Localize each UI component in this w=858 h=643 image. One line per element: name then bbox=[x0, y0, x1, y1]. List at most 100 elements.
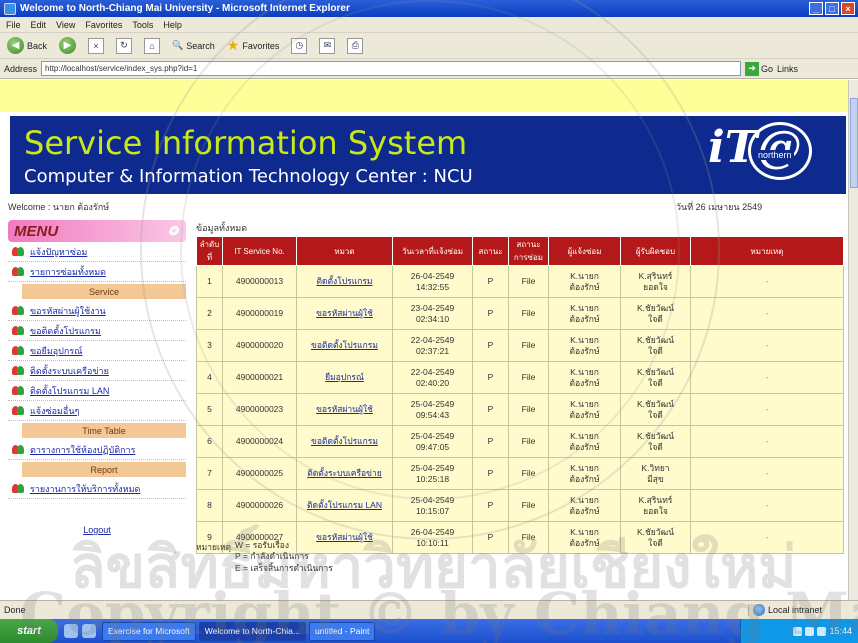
search-button[interactable]: 🔍 Search bbox=[169, 38, 218, 53]
ie-launch-icon[interactable] bbox=[64, 624, 78, 638]
go-label: Go bbox=[761, 63, 774, 74]
tray-icon[interactable] bbox=[793, 626, 803, 636]
menu-item-all-repairs[interactable]: รายการซ่อมทั้งหมด bbox=[8, 262, 186, 282]
menu-link[interactable]: ขอติดตั้งโปรแกรม bbox=[30, 324, 101, 338]
task-paint[interactable]: untitled - Paint bbox=[308, 621, 376, 641]
forward-button[interactable]: ▶ bbox=[56, 35, 79, 56]
category-link[interactable]: ขอรหัสผ่านผู้ใช้ bbox=[316, 404, 373, 414]
start-button[interactable]: start bbox=[0, 619, 58, 643]
menu-link[interactable]: ขอรหัสผ่านผู้ใช้งาน bbox=[30, 304, 106, 318]
search-label: Search bbox=[186, 40, 215, 51]
menu-link[interactable]: ขอยืมอุปกรณ์ bbox=[30, 344, 83, 358]
col-status[interactable]: สถานะ bbox=[472, 236, 509, 266]
category-link[interactable]: ขอติดตั้งโปรแกรม bbox=[311, 436, 378, 446]
category-link[interactable]: ติดตั้งระบบเครือข่าย bbox=[307, 468, 381, 478]
menu-file[interactable]: File bbox=[6, 20, 21, 30]
menu-item-network[interactable]: ติดตั้งระบบเครือข่าย bbox=[8, 361, 186, 381]
ie-icon bbox=[4, 2, 16, 15]
col-no[interactable]: ลำดับที่ bbox=[196, 236, 223, 266]
menu-link[interactable]: รายการซ่อมทั้งหมด bbox=[30, 265, 106, 279]
stop-button[interactable]: × bbox=[85, 36, 107, 56]
cell-note: - bbox=[690, 489, 844, 522]
table-row: 5 4900000023 ขอรหัสผ่านผู้ใช้ 25-04-2549 09:… bbox=[196, 393, 844, 426]
category-link[interactable]: ติดตั้งโปรแกรม LAN bbox=[307, 500, 382, 510]
menu-link[interactable]: ติดตั้งโปรแกรม LAN bbox=[30, 384, 109, 398]
home-button[interactable]: ⌂ bbox=[141, 36, 163, 56]
menu-item-password[interactable]: ขอรหัสผ่านผู้ใช้งาน bbox=[8, 301, 186, 321]
menu-link[interactable]: แจ้งปัญหาซ่อม bbox=[30, 245, 87, 259]
menu-favorites[interactable]: Favorites bbox=[85, 20, 122, 30]
scrollbar-thumb[interactable] bbox=[850, 98, 858, 188]
task-browser[interactable]: Welcome to North-Chia... bbox=[198, 621, 306, 641]
maximize-button[interactable]: □ bbox=[825, 2, 839, 15]
menu-item-lan[interactable]: ติดตั้งโปรแกรม LAN bbox=[8, 381, 186, 401]
menu-edit[interactable]: Edit bbox=[31, 20, 47, 30]
menu-link[interactable]: รายงานการให้บริการทั้งหมด bbox=[30, 482, 140, 496]
cell-requester: K.นายก ต้องรักษ์ bbox=[548, 489, 621, 522]
task-exercise[interactable]: Exercise for Microsoft bbox=[102, 621, 196, 641]
back-button[interactable]: ◀ Back bbox=[4, 35, 50, 56]
desktop-launch-icon[interactable] bbox=[82, 624, 96, 638]
cell-no: 3 bbox=[196, 329, 223, 362]
vertical-scrollbar[interactable] bbox=[848, 80, 858, 600]
category-link[interactable]: ขอติดตั้งโปรแกรม bbox=[311, 340, 378, 350]
top-strip bbox=[0, 80, 848, 112]
cell-datetime: 25-04-2549 10:25:18 bbox=[392, 457, 473, 490]
col-category[interactable]: หมวด bbox=[296, 236, 393, 266]
history-button[interactable]: ◷ bbox=[288, 36, 310, 56]
menu-item-borrow[interactable]: ขอยืมอุปกรณ์ bbox=[8, 341, 186, 361]
requester-name: K.นายก bbox=[570, 463, 599, 474]
col-repair-status[interactable]: สถานะการซ่อม bbox=[508, 236, 549, 266]
menu-item-install[interactable]: ขอติดตั้งโปรแกรม bbox=[8, 321, 186, 341]
cell-service-no: 4900000019 bbox=[222, 297, 297, 330]
menu-section-timetable: Time Table bbox=[22, 423, 186, 438]
cell-category: ขอรหัสผ่านผู้ใช้ bbox=[296, 393, 393, 426]
col-requester[interactable]: ผู้แจ้งซ่อม bbox=[548, 236, 621, 266]
responsible-surname: ใจดี bbox=[648, 409, 663, 420]
menu-tools[interactable]: Tools bbox=[132, 20, 153, 30]
menu-view[interactable]: View bbox=[56, 20, 75, 30]
mail-button[interactable]: ✉ bbox=[316, 36, 338, 56]
col-datetime[interactable]: วันเวลาที่แจ้งซ่อม bbox=[392, 236, 473, 266]
menu-link[interactable]: ติดตั้งระบบเครือข่าย bbox=[30, 364, 109, 378]
print-button[interactable]: ⎙ bbox=[344, 36, 366, 56]
tray-icon[interactable] bbox=[805, 626, 815, 636]
logout-link[interactable]: Logout bbox=[83, 525, 111, 535]
logo-subtext: northern bbox=[756, 150, 794, 160]
cell-no: 4 bbox=[196, 361, 223, 394]
col-responsible[interactable]: ผู้รับผิดชอบ bbox=[620, 236, 691, 266]
cell-service-no: 4900000026 bbox=[222, 489, 297, 522]
swirl-icon: ❂ bbox=[167, 224, 178, 238]
category-link[interactable]: ติดตั้งโปรแกรม bbox=[316, 276, 372, 286]
col-note[interactable]: หมายเหตุ bbox=[690, 236, 844, 266]
category-link[interactable]: ขอรหัสผ่านผู้ใช้ bbox=[316, 308, 373, 318]
cell-status: P bbox=[472, 457, 509, 490]
cell-time: 14:32:55 bbox=[415, 281, 450, 292]
requester-surname: ต้องรักษ์ bbox=[569, 409, 600, 420]
people-icon bbox=[12, 444, 25, 455]
back-label: Back bbox=[27, 40, 48, 51]
address-input[interactable]: http://localhost/service/index_sys.php?i… bbox=[41, 61, 742, 76]
favorites-button[interactable]: ★ Favorites bbox=[224, 35, 283, 56]
links-button[interactable]: Links bbox=[777, 64, 798, 74]
go-button[interactable]: ➜ Go bbox=[745, 61, 774, 76]
close-button[interactable]: × bbox=[841, 2, 855, 15]
cell-no: 6 bbox=[196, 425, 223, 458]
menu-link[interactable]: ตารางการใช้ห้องปฏิบัติการ bbox=[30, 443, 135, 457]
menu-item-lab-schedule[interactable]: ตารางการใช้ห้องปฏิบัติการ bbox=[8, 440, 186, 460]
tray-icon[interactable] bbox=[817, 626, 827, 636]
menu-link[interactable]: แจ้งซ่อมอื่นๆ bbox=[30, 404, 79, 418]
menu-help[interactable]: Help bbox=[163, 20, 182, 30]
refresh-button[interactable]: ↻ bbox=[113, 36, 135, 56]
category-link[interactable]: ยืมอุปกรณ์ bbox=[325, 372, 364, 382]
cell-repair-status: File bbox=[508, 457, 549, 490]
cell-datetime: 25-04-2549 10:15:07 bbox=[392, 489, 473, 522]
col-service-no[interactable]: IT Service No. bbox=[222, 236, 297, 266]
minimize-button[interactable]: _ bbox=[809, 2, 823, 15]
cell-date: 22-04-2549 bbox=[410, 367, 455, 378]
menu-item-service-report[interactable]: รายงานการให้บริการทั้งหมด bbox=[8, 479, 186, 499]
menu-item-report-repair[interactable]: แจ้งปัญหาซ่อม bbox=[8, 242, 186, 262]
menu-item-other[interactable]: แจ้งซ่อมอื่นๆ bbox=[8, 401, 186, 421]
cell-date: 23-04-2549 bbox=[410, 303, 455, 314]
requester-surname: ต้องรักษ์ bbox=[569, 377, 600, 388]
